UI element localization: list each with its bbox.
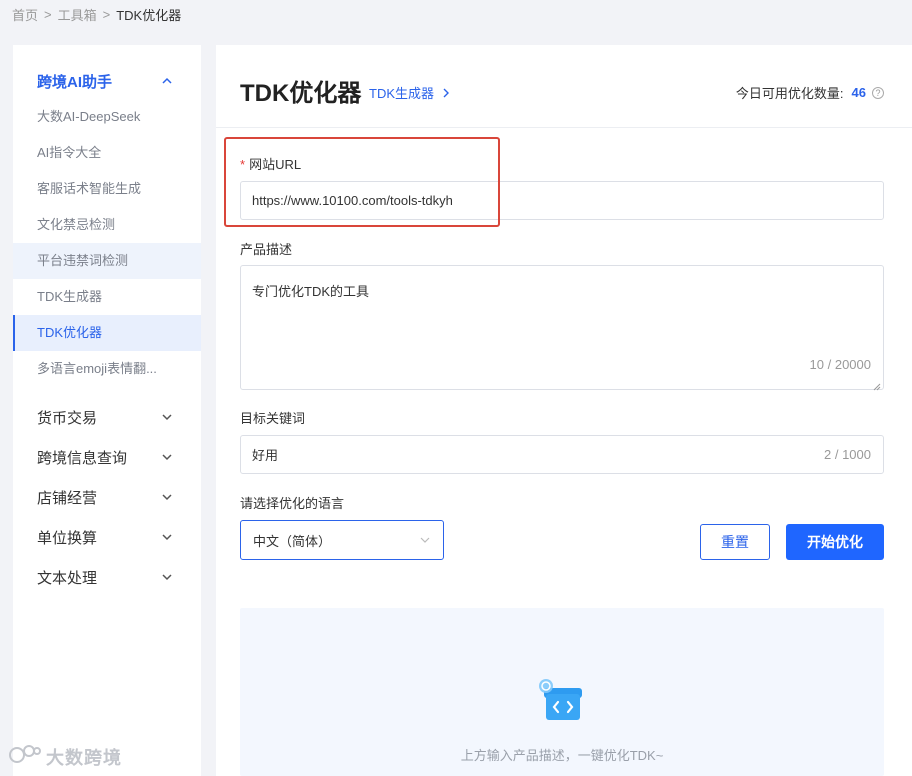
sidebar-item-cs-scripts[interactable]: 客服话术智能生成: [13, 171, 201, 207]
sidebar-item-ai-prompts[interactable]: AI指令大全: [13, 135, 201, 171]
code-box-icon: [536, 678, 586, 728]
sidebar-category-currency[interactable]: 货币交易: [13, 397, 201, 437]
breadcrumb-separator: >: [44, 6, 52, 22]
breadcrumb-toolbox[interactable]: 工具箱: [58, 5, 97, 24]
keywords-value: 好用: [252, 448, 279, 463]
sidebar-category-label: 货币交易: [37, 409, 98, 427]
description-value: 专门优化TDK的工具: [252, 284, 370, 299]
sidebar-item-banned-words[interactable]: 平台违禁词检测: [13, 243, 201, 279]
help-icon[interactable]: ?: [872, 86, 884, 99]
url-label-text: 网站URL: [249, 157, 302, 172]
sidebar-category-store[interactable]: 店铺经营: [13, 477, 201, 517]
breadcrumb-home[interactable]: 首页: [12, 5, 38, 24]
description-label: 产品描述: [240, 242, 293, 257]
chevron-down-icon: [161, 571, 173, 583]
keywords-input[interactable]: 好用 2 / 1000: [240, 435, 884, 474]
chevron-down-icon: [161, 491, 173, 503]
tdk-generator-link-label: TDK生成器: [369, 86, 435, 101]
sidebar-category-label: 文本处理: [37, 569, 98, 587]
sidebar-item-tdk-generator[interactable]: TDK生成器: [13, 279, 201, 315]
sidebar-item-deepseek[interactable]: 大数AI-DeepSeek: [13, 99, 201, 135]
breadcrumb: 首页 > 工具箱 > TDK优化器: [12, 4, 181, 24]
quota-value: 46: [851, 85, 866, 100]
reset-button[interactable]: 重置: [700, 524, 770, 560]
breadcrumb-separator: >: [102, 6, 111, 22]
daily-quota: 今日可用优化数量: 46 ?: [736, 83, 884, 102]
watermark-logo-icon: [8, 742, 42, 771]
watermark: 大数跨境: [8, 742, 122, 771]
page-title: TDK优化器: [240, 80, 362, 107]
resize-handle-icon[interactable]: [873, 379, 881, 391]
chevron-down-icon: [419, 534, 431, 546]
sidebar-group-label: 跨境AI助手: [37, 73, 113, 91]
sidebar-category-units[interactable]: 单位换算: [13, 517, 201, 557]
sidebar-category-info-query[interactable]: 跨境信息查询: [13, 437, 201, 477]
sidebar-category-label: 店铺经营: [37, 489, 98, 507]
result-tip: 上方输入产品描述，一键优化TDK~: [460, 748, 664, 763]
chevron-down-icon: [161, 451, 173, 463]
language-label: 请选择优化的语言: [240, 496, 345, 511]
keywords-counter: 2 / 1000: [824, 447, 871, 462]
sidebar-group-ai-assistant[interactable]: 跨境AI助手: [13, 63, 201, 99]
required-mark: *: [240, 157, 246, 172]
start-optimize-button[interactable]: 开始优化: [786, 524, 884, 560]
sidebar-item-culture-taboo[interactable]: 文化禁忌检测: [13, 207, 201, 243]
sidebar: 跨境AI助手 大数AI-DeepSeek AI指令大全 客服话术智能生成 文化禁…: [13, 45, 201, 776]
sidebar-category-label: 单位换算: [37, 529, 98, 547]
description-counter: 10 / 20000: [809, 357, 871, 372]
quota-label: 今日可用优化数量:: [735, 86, 844, 101]
sidebar-item-tdk-optimizer[interactable]: TDK优化器: [13, 315, 201, 351]
url-input-value: https://www.10100.com/tools-tdkyh: [252, 193, 453, 208]
chevron-up-icon: [161, 75, 173, 87]
language-select[interactable]: 中文（简体）: [240, 520, 444, 560]
breadcrumb-current: TDK优化器: [116, 7, 182, 23]
page-header: TDK优化器 TDK生成器 今日可用优化数量: 46 ?: [216, 45, 912, 128]
language-select-value: 中文（简体）: [253, 533, 332, 549]
watermark-text: 大数跨境: [46, 747, 122, 768]
keywords-label: 目标关键词: [240, 411, 306, 426]
chevron-down-icon: [161, 411, 173, 423]
sidebar-item-emoji-translate[interactable]: 多语言emoji表情翻...: [13, 351, 201, 387]
chevron-down-icon: [161, 531, 173, 543]
description-textarea[interactable]: 专门优化TDK的工具 10 / 20000: [240, 265, 884, 391]
chevron-right-icon: [440, 87, 452, 99]
result-area: 上方输入产品描述，一键优化TDK~: [240, 608, 884, 776]
url-input[interactable]: https://www.10100.com/tools-tdkyh: [240, 181, 884, 220]
url-label: * 网站URL: [240, 154, 301, 173]
sidebar-category-text[interactable]: 文本处理: [13, 557, 201, 597]
sidebar-category-label: 跨境信息查询: [37, 449, 128, 467]
tdk-generator-link[interactable]: TDK生成器: [369, 83, 452, 102]
main-panel: TDK优化器 TDK生成器 今日可用优化数量: 46 ? * 网站URL http…: [216, 45, 912, 776]
